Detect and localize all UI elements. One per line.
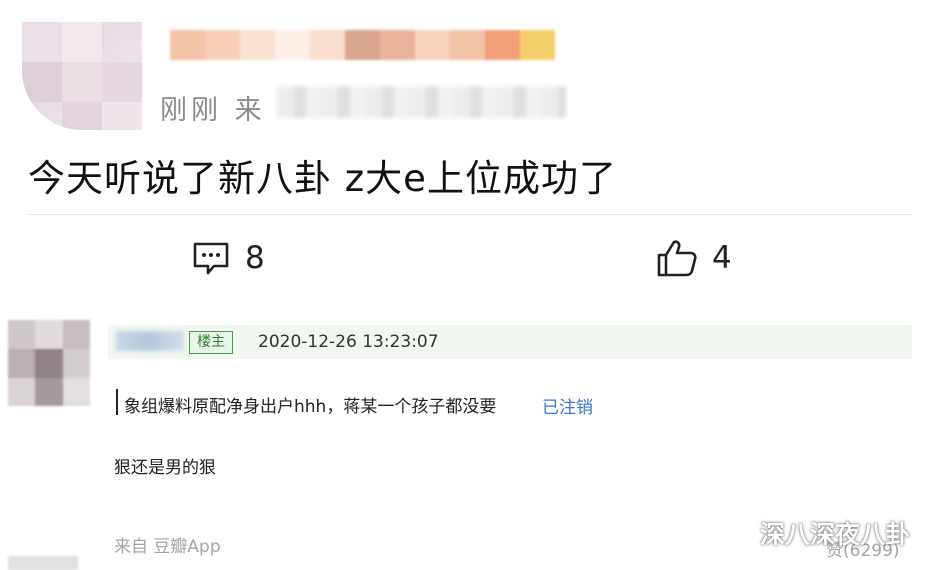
username-blurred[interactable]: [170, 30, 555, 60]
like-count[interactable]: 4: [712, 240, 732, 276]
reply-source: 来自 豆瓣App: [114, 537, 221, 557]
watermark-text: 深八深夜八卦: [760, 520, 911, 549]
reply-content: 狠还是男的狠: [114, 458, 216, 478]
quote-bar: [116, 389, 118, 415]
op-badge: 楼主: [189, 331, 233, 354]
quoted-reply-text: 象组爆料原配净身出户hhh，蒋某一个孩子都没要: [124, 397, 497, 417]
quoted-user-status: 已注销: [542, 398, 593, 418]
divider: [28, 214, 912, 215]
post-source-blurred: [276, 86, 566, 118]
avatar-blurred[interactable]: [22, 22, 142, 130]
comment-count[interactable]: 8: [245, 240, 265, 276]
post-time: 刚刚 来: [160, 95, 266, 126]
next-reply-avatar-blurred: [8, 556, 78, 570]
thumbs-up-icon[interactable]: [656, 238, 698, 278]
comment-icon[interactable]: [192, 241, 230, 277]
watermark: 深八深夜八卦: [722, 516, 910, 550]
post-content: 今天听说了新八卦 z大e上位成功了: [28, 157, 617, 200]
reply-timestamp: 2020-12-26 13:23:07: [258, 332, 439, 352]
reply-avatar-blurred[interactable]: [8, 320, 90, 406]
reply-username-blurred[interactable]: [116, 331, 184, 351]
wechat-icon: [722, 520, 752, 545]
